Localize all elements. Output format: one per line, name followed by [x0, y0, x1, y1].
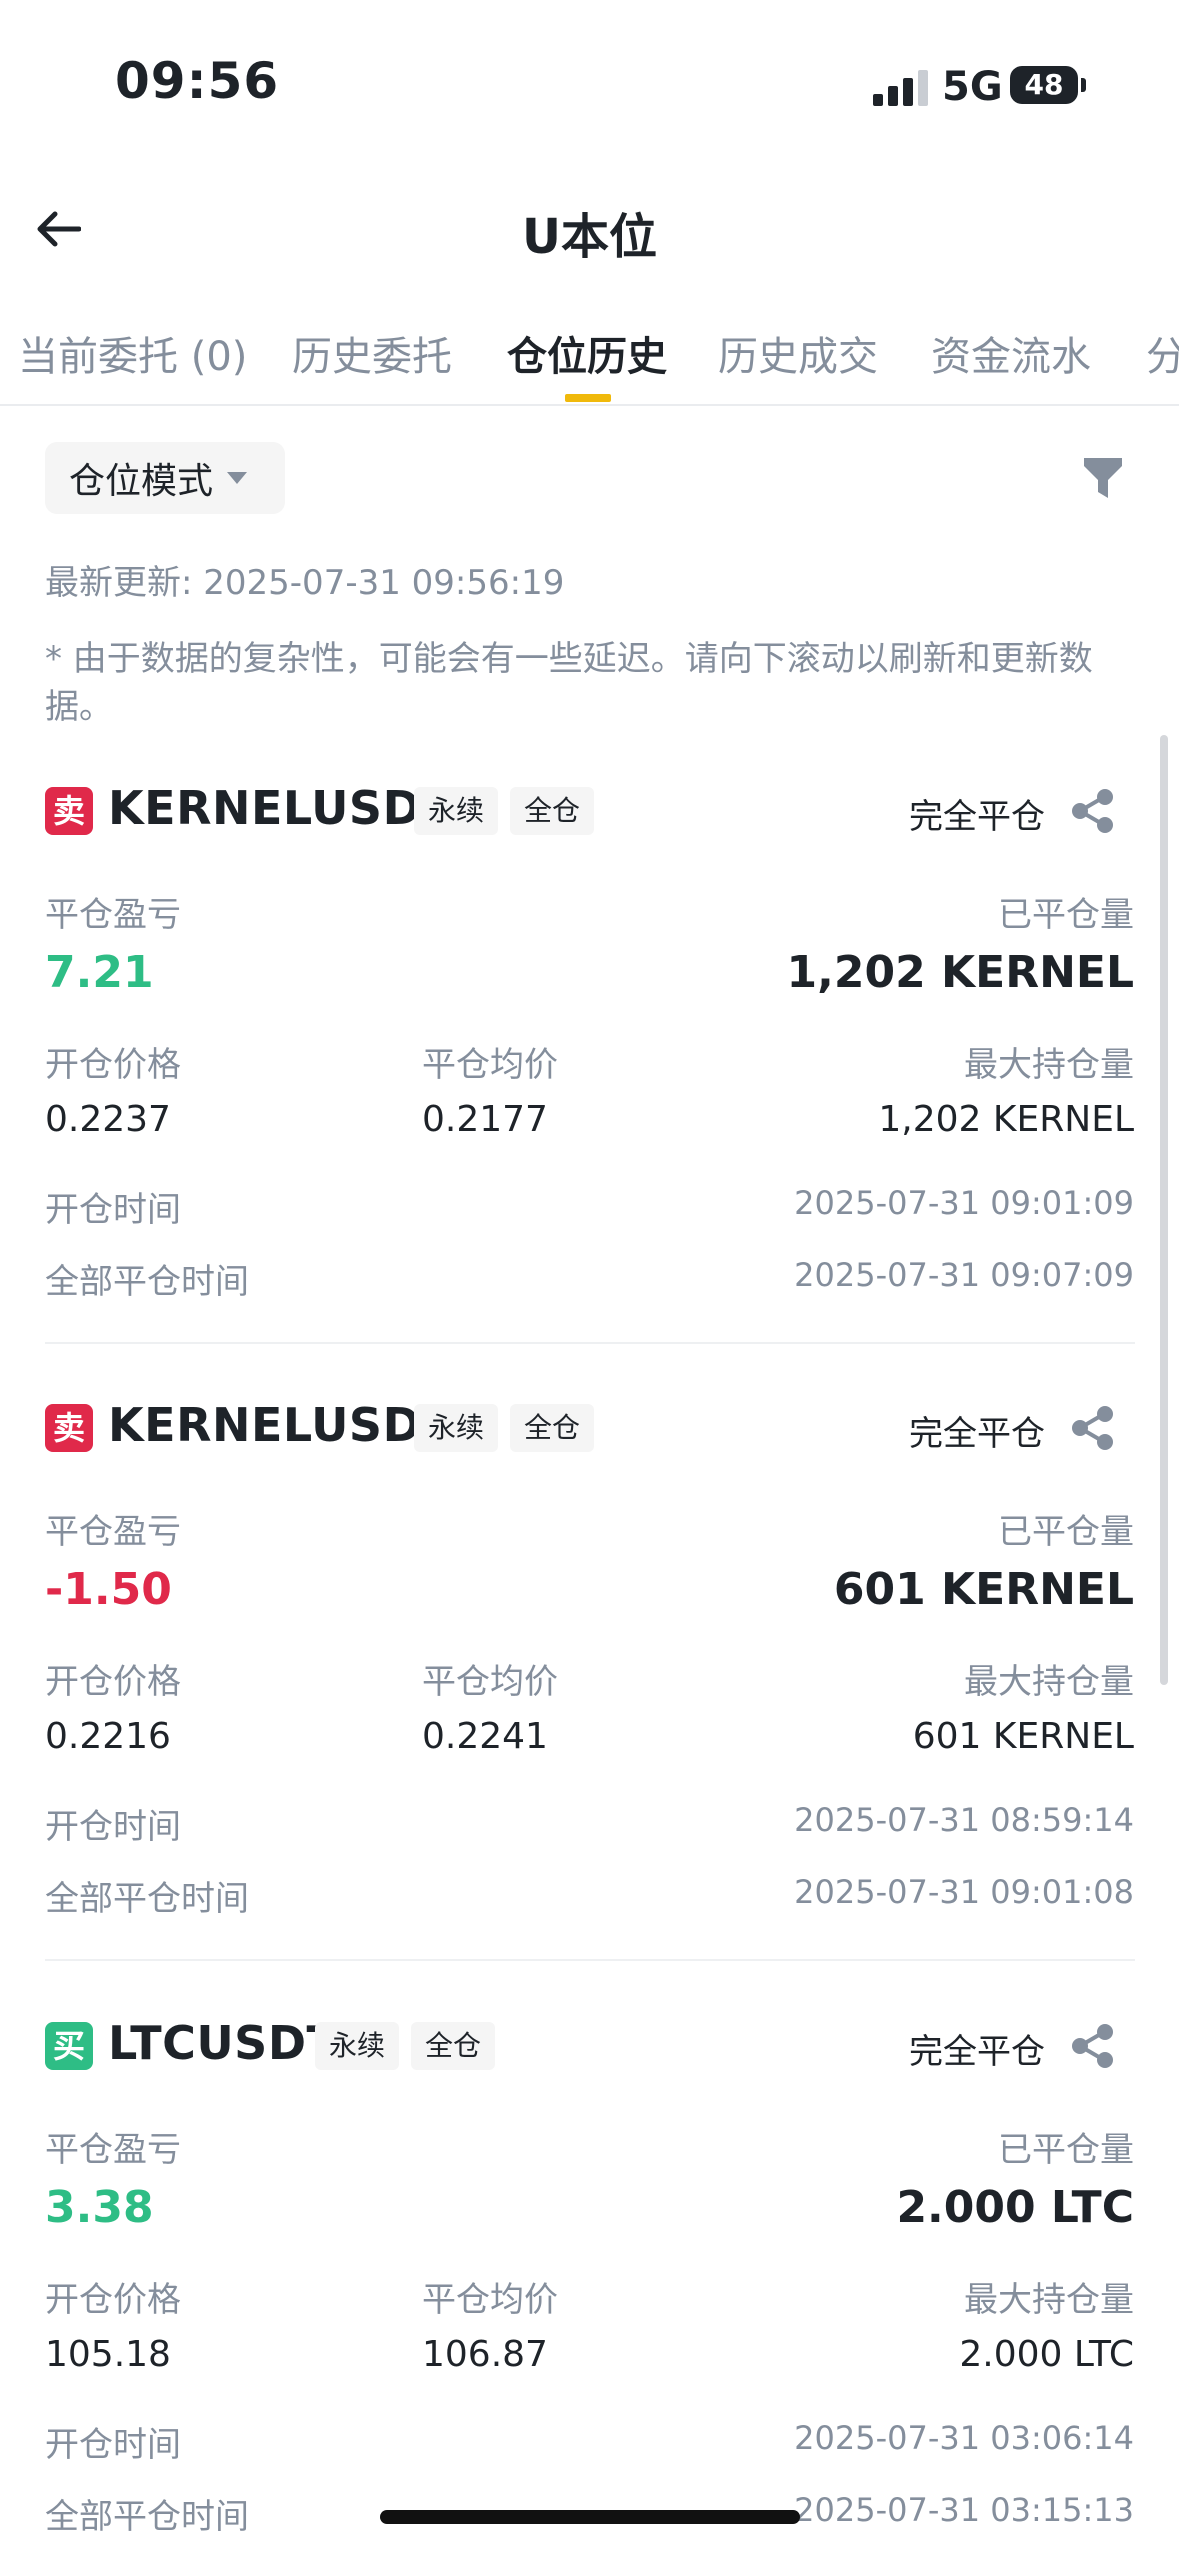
- closed-qty-value: 1,202 KERNEL: [786, 947, 1134, 998]
- tab-transaction-history[interactable]: 资金流水: [931, 324, 1091, 382]
- close-avg-label: 平仓均价: [422, 1662, 558, 1702]
- margin-mode-tag: 全仓: [510, 787, 595, 835]
- page-title: U本位: [522, 209, 657, 265]
- max-qty-label: 最大持仓量: [964, 1045, 1134, 1085]
- share-button[interactable]: [1068, 787, 1116, 835]
- pnl-label: 平仓盈亏: [45, 895, 181, 935]
- close-avg-label: 平仓均价: [422, 1045, 558, 1085]
- home-indicator[interactable]: [380, 2510, 800, 2524]
- position-card[interactable]: 买 LTCUSDT 永续 全仓 完全平仓 平仓盈亏 已平仓量 3.38 2.00…: [0, 2016, 1179, 2556]
- contract-type-tag: 永续: [315, 2022, 400, 2070]
- open-price-value: 0.2237: [45, 1099, 171, 1140]
- close-avg-value: 0.2241: [422, 1716, 548, 1757]
- closed-qty-value: 601 KERNEL: [833, 1564, 1134, 1615]
- open-time-value: 2025-07-31 08:59:14: [794, 1801, 1134, 1839]
- max-qty-label: 最大持仓量: [964, 2280, 1134, 2320]
- margin-mode-tag: 全仓: [510, 1404, 595, 1452]
- close-time-label: 全部平仓时间: [45, 1262, 249, 1302]
- close-avg-label: 平仓均价: [422, 2280, 558, 2320]
- status-time: 09:56: [115, 52, 280, 110]
- side-badge: 卖: [45, 787, 93, 835]
- open-price-label: 开仓价格: [45, 1045, 181, 1085]
- tab-trade-history[interactable]: 历史成交: [718, 324, 878, 382]
- tab-active-indicator: [565, 394, 611, 402]
- contract-type-tag: 永续: [414, 1404, 499, 1452]
- filter-icon: [1084, 458, 1122, 498]
- share-button[interactable]: [1068, 2022, 1116, 2070]
- delay-notice: * 由于数据的复杂性，可能会有一些延迟。请向下滚动以刷新和更新数据。: [45, 639, 1093, 727]
- open-price-value: 105.18: [45, 2334, 171, 2375]
- pnl-label: 平仓盈亏: [45, 1512, 181, 1552]
- tab-open-orders[interactable]: 当前委托 (0): [18, 324, 247, 382]
- max-qty-value: 1,202 KERNEL: [878, 1099, 1134, 1140]
- share-icon: [1072, 789, 1113, 833]
- symbol-name: KERNELUSDT: [108, 781, 454, 835]
- max-qty-value: 2.000 LTC: [959, 2334, 1134, 2375]
- filter-button[interactable]: [1078, 452, 1128, 504]
- pnl-label: 平仓盈亏: [45, 2130, 181, 2170]
- open-time-value: 2025-07-31 03:06:14: [794, 2419, 1134, 2457]
- max-qty-label: 最大持仓量: [964, 1662, 1134, 1702]
- tab-more[interactable]: 分: [1146, 324, 1179, 382]
- status-bar: 09:56 5G 48: [0, 0, 1179, 175]
- tab-bar: 当前委托 (0) 历史委托 仓位历史 历史成交 资金流水 分: [0, 310, 1179, 406]
- caret-down-icon: [227, 472, 248, 484]
- pnl-value: 3.38: [45, 2182, 154, 2233]
- last-updated-text: 最新更新: 2025-07-31 09:56:19: [45, 563, 565, 603]
- share-button[interactable]: [1068, 1404, 1116, 1452]
- contract-type-tag: 永续: [414, 787, 499, 835]
- pnl-value: -1.50: [45, 1564, 172, 1615]
- position-mode-dropdown[interactable]: 仓位模式: [45, 442, 285, 514]
- battery-nub: [1081, 78, 1086, 92]
- close-time-value: 2025-07-31 03:15:13: [794, 2491, 1134, 2529]
- closed-qty-label: 已平仓量: [998, 1512, 1134, 1552]
- tab-position-history[interactable]: 仓位历史: [507, 324, 667, 382]
- close-time-label: 全部平仓时间: [45, 1879, 249, 1919]
- close-status: 完全平仓: [909, 1414, 1045, 1454]
- network-label: 5G: [942, 64, 1003, 110]
- side-badge: 卖: [45, 1404, 93, 1452]
- open-time-label: 开仓时间: [45, 2425, 181, 2465]
- header: U本位: [0, 175, 1179, 285]
- close-avg-value: 0.2177: [422, 1099, 548, 1140]
- open-price-label: 开仓价格: [45, 1662, 181, 1702]
- symbol-name: KERNELUSDT: [108, 1398, 454, 1452]
- card-divider: [45, 1342, 1135, 1344]
- pnl-value: 7.21: [45, 947, 154, 998]
- open-price-value: 0.2216: [45, 1716, 171, 1757]
- close-status: 完全平仓: [909, 797, 1045, 837]
- close-time-value: 2025-07-31 09:07:09: [794, 1256, 1134, 1294]
- close-avg-value: 106.87: [422, 2334, 548, 2375]
- position-card[interactable]: 卖 KERNELUSDT 永续 全仓 完全平仓 平仓盈亏 已平仓量 7.21 1…: [0, 781, 1179, 1405]
- max-qty-value: 601 KERNEL: [912, 1716, 1134, 1757]
- side-badge: 买: [45, 2022, 93, 2070]
- closed-qty-value: 2.000 LTC: [896, 2182, 1134, 2233]
- position-mode-label: 仓位模式: [69, 461, 214, 502]
- closed-qty-label: 已平仓量: [998, 2130, 1134, 2170]
- margin-mode-tag: 全仓: [411, 2022, 496, 2070]
- closed-qty-label: 已平仓量: [998, 895, 1134, 935]
- open-time-label: 开仓时间: [45, 1807, 181, 1847]
- close-status: 完全平仓: [909, 2032, 1045, 2072]
- share-icon: [1072, 2024, 1113, 2068]
- close-time-label: 全部平仓时间: [45, 2497, 249, 2537]
- open-price-label: 开仓价格: [45, 2280, 181, 2320]
- position-card[interactable]: 卖 KERNELUSDT 永续 全仓 完全平仓 平仓盈亏 已平仓量 -1.50 …: [0, 1398, 1179, 2022]
- signal-icon: [873, 70, 933, 106]
- symbol-name: LTCUSDT: [108, 2016, 339, 2070]
- share-icon: [1072, 1406, 1113, 1450]
- battery-icon: 48: [1010, 66, 1078, 104]
- open-time-value: 2025-07-31 09:01:09: [794, 1184, 1134, 1222]
- tab-order-history[interactable]: 历史委托: [292, 324, 452, 382]
- open-time-label: 开仓时间: [45, 1190, 181, 1230]
- close-time-value: 2025-07-31 09:01:08: [794, 1873, 1134, 1911]
- card-divider: [45, 1959, 1135, 1961]
